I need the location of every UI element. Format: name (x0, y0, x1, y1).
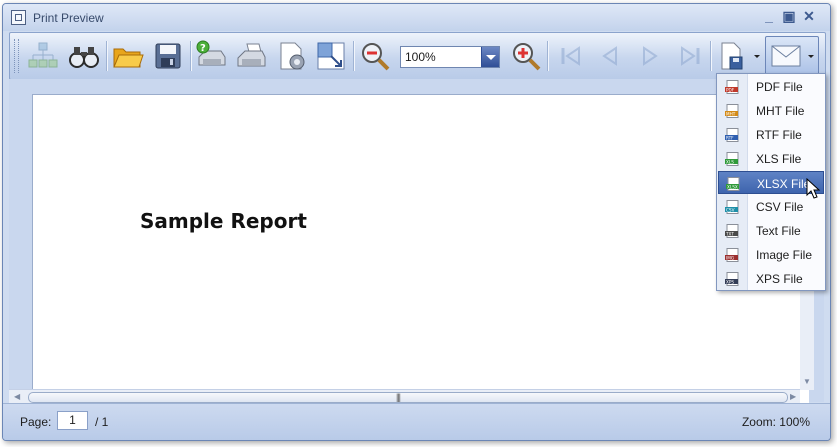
page-number-input[interactable]: 1 (57, 411, 88, 430)
zoom-in-icon[interactable] (510, 40, 542, 72)
page-label: Page: (20, 415, 52, 429)
zoom-out-icon[interactable] (359, 40, 391, 72)
text-file-icon: TXT (725, 224, 739, 238)
export-menu-item-label: PDF File (756, 80, 803, 94)
file-type-tag: CSV (726, 207, 735, 212)
file-type-tag: RTF (726, 135, 734, 140)
xls-file-icon: XLS (725, 152, 739, 166)
app-icon (11, 10, 26, 25)
export-menu-item-label: XLS File (756, 152, 802, 166)
first-page-icon[interactable] (555, 40, 587, 72)
file-type-tag: XLSX (727, 184, 738, 189)
print-dialog-icon[interactable]: ? (195, 40, 227, 72)
envelope-icon (771, 45, 801, 67)
report-title: Sample Report (140, 209, 307, 233)
close-button[interactable]: ✕ (801, 8, 817, 24)
file-type-tag: PDF (726, 87, 735, 92)
zoom-combo-value: 100% (405, 50, 436, 64)
toolbar: ? 100% (9, 32, 826, 80)
scale-icon[interactable] (315, 40, 347, 72)
horizontal-scrollbar[interactable]: ◀ ||| ▶ (9, 389, 800, 404)
export-menu-item-label: Image File (756, 248, 813, 262)
pdf-file-icon: PDF (725, 80, 739, 94)
previous-page-icon[interactable] (594, 40, 626, 72)
toolbar-separator (353, 41, 354, 71)
scroll-right-arrow-icon[interactable]: ▶ (790, 392, 796, 401)
export-menu-item[interactable]: XLS XLS File (718, 147, 824, 170)
export-menu-item-label: XLSX File (757, 177, 811, 191)
toolbar-separator (190, 41, 191, 71)
export-document-icon[interactable] (716, 40, 748, 72)
scroll-down-arrow-icon[interactable]: ▼ (803, 377, 811, 386)
send-dropdown-arrow-icon[interactable] (808, 55, 814, 58)
toolbar-separator (710, 41, 711, 71)
export-menu-item-label: RTF File (756, 128, 802, 142)
title-bar: Print Preview _ ▣ ✕ (3, 4, 830, 31)
export-menu-item-label: Text File (756, 224, 801, 238)
toolbar-grip[interactable] (14, 39, 19, 73)
export-menu-item[interactable]: MHT MHT File (718, 99, 824, 122)
file-type-tag: XPS (726, 279, 734, 284)
open-folder-icon[interactable] (112, 40, 144, 72)
send-email-button[interactable] (765, 36, 819, 77)
zoom-status: Zoom: 100% (741, 415, 810, 429)
toolbar-separator (106, 41, 107, 71)
maximize-button[interactable]: ▣ (781, 8, 797, 24)
export-menu-item[interactable]: IMG Image File (718, 243, 824, 266)
export-menu-item[interactable]: TXT Text File (718, 219, 824, 242)
export-menu-item-label: CSV File (756, 200, 804, 214)
save-icon[interactable] (152, 40, 184, 72)
binoculars-search-icon[interactable] (68, 40, 100, 72)
page-setup-icon[interactable] (276, 40, 308, 72)
export-dropdown-arrow-icon[interactable] (754, 55, 760, 58)
status-bar: Page: 1 / 1 Zoom: 100% (3, 403, 830, 440)
export-menu-item[interactable]: XPS XPS File (718, 267, 824, 290)
horizontal-scroll-thumb[interactable]: ||| (28, 392, 788, 403)
xps-file-icon: XPS (725, 272, 739, 286)
page-total: / 1 (95, 415, 109, 429)
minimize-button[interactable]: _ (761, 8, 777, 24)
scroll-left-arrow-icon[interactable]: ◀ (14, 392, 20, 401)
csv-file-icon: CSV (725, 200, 739, 214)
export-menu-item-label: MHT File (756, 104, 805, 118)
mht-file-icon: MHT (725, 104, 739, 118)
report-page: Sample Report (32, 94, 809, 404)
print-preview-window: Print Preview _ ▣ ✕ ? 100% Sample Report… (2, 3, 831, 441)
file-type-tag: IMG (726, 255, 734, 260)
last-page-icon[interactable] (674, 40, 706, 72)
svg-text:?: ? (200, 43, 206, 54)
file-type-tag: TXT (725, 231, 734, 236)
mouse-cursor-icon (806, 178, 821, 199)
window-title: Print Preview (33, 11, 104, 25)
zoom-combo[interactable]: 100% (400, 46, 500, 68)
file-type-tag: XLS (726, 159, 734, 164)
quick-print-icon[interactable] (235, 40, 267, 72)
export-menu-item-label: XPS File (756, 272, 803, 286)
export-menu-item[interactable]: PDF PDF File (718, 75, 824, 98)
document-viewer[interactable]: Sample Report (9, 79, 824, 404)
rtf-file-icon: RTF (725, 128, 739, 142)
xlsx-file-icon: XLSX (726, 177, 740, 191)
scroll-thumb-grip: ||| (396, 392, 401, 402)
image-file-icon: IMG (725, 248, 739, 262)
export-menu-item[interactable]: RTF RTF File (718, 123, 824, 146)
document-map-icon[interactable] (27, 40, 59, 72)
file-type-tag: MHT (726, 111, 736, 116)
next-page-icon[interactable] (634, 40, 666, 72)
toolbar-separator (547, 41, 548, 71)
chevron-down-icon[interactable] (481, 47, 499, 67)
